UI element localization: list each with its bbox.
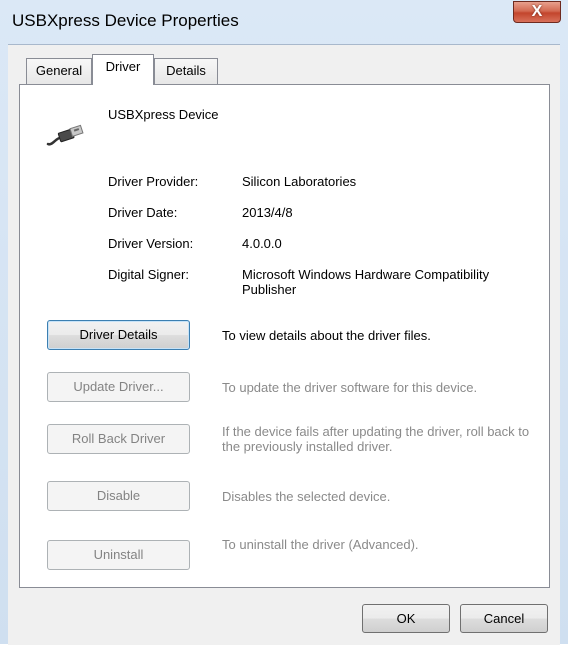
- tab-details[interactable]: Details: [154, 58, 218, 84]
- ok-button[interactable]: OK: [362, 604, 450, 633]
- disable-description: Disables the selected device.: [222, 489, 391, 504]
- driver-provider-label: Driver Provider:: [108, 174, 199, 189]
- close-icon: X: [531, 3, 543, 20]
- roll-back-driver-button[interactable]: Roll Back Driver: [47, 424, 190, 454]
- driver-date-label: Driver Date:: [108, 205, 178, 220]
- title-bar[interactable]: USBXpress Device Properties X: [0, 0, 568, 44]
- update-driver-description: To update the driver software for this d…: [222, 380, 478, 395]
- driver-date-value: 2013/4/8: [242, 205, 293, 220]
- usb-cable-icon: [46, 124, 86, 153]
- cancel-button[interactable]: Cancel: [460, 604, 548, 633]
- driver-details-button[interactable]: Driver Details: [47, 320, 190, 350]
- update-driver-button[interactable]: Update Driver...: [47, 372, 190, 402]
- driver-provider-value: Silicon Laboratories: [242, 174, 357, 189]
- uninstall-description: To uninstall the driver (Advanced).: [222, 537, 419, 552]
- roll-back-driver-description: If the device fails after updating the d…: [222, 424, 530, 454]
- digital-signer-label: Digital Signer:: [108, 267, 189, 282]
- device-name: USBXpress Device: [108, 107, 219, 122]
- tab-driver[interactable]: Driver: [92, 54, 154, 85]
- driver-version-label: Driver Version:: [108, 236, 194, 251]
- digital-signer-value: Microsoft Windows Hardware Compatibility…: [242, 267, 490, 297]
- disable-button[interactable]: Disable: [47, 481, 190, 511]
- uninstall-button[interactable]: Uninstall: [47, 540, 190, 570]
- close-button[interactable]: X: [513, 1, 561, 23]
- driver-version-value: 4.0.0.0: [242, 236, 282, 251]
- driver-details-description: To view details about the driver files.: [222, 328, 431, 343]
- tab-general[interactable]: General: [26, 58, 92, 84]
- window-title: USBXpress Device Properties: [12, 11, 239, 30]
